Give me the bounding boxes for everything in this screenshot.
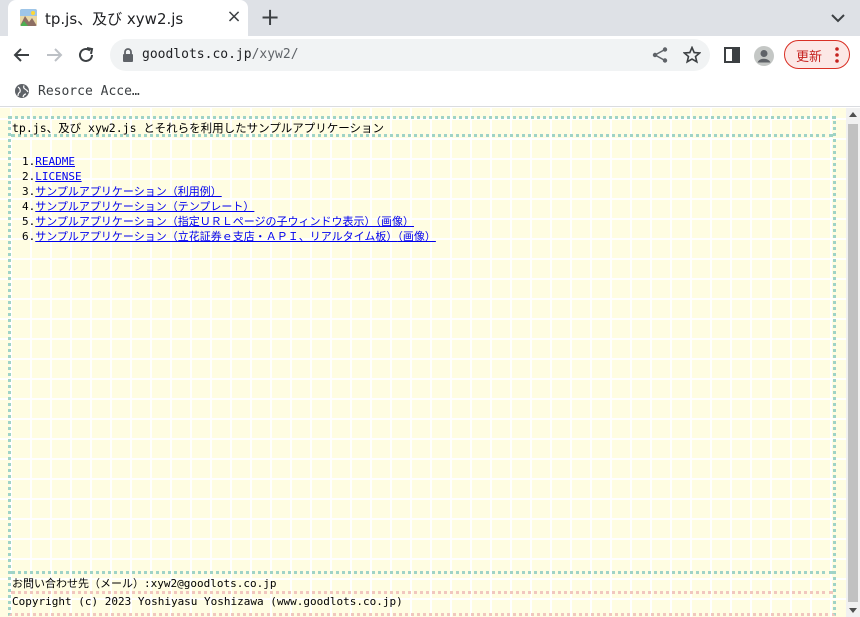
- child-window-link[interactable]: サンプルアプリケーション（指定ＵＲＬページの子ウィンドウ表示）: [35, 215, 375, 228]
- reload-icon[interactable]: [71, 40, 101, 70]
- scroll-down-arrow-icon[interactable]: [849, 608, 857, 613]
- realtime-board-link[interactable]: サンプルアプリケーション（立花証券ｅ支店・ＡＰＩ、リアルタイム板）: [35, 230, 397, 243]
- tab-close-icon[interactable]: ×: [224, 6, 244, 28]
- update-label: 更新: [796, 50, 823, 65]
- globe-icon: [14, 83, 30, 99]
- menu-item-readme: 1.README: [22, 154, 436, 169]
- bookmarks-bar: Resorce Acce…: [0, 74, 860, 107]
- template-link[interactable]: サンプルアプリケーション（テンプレート）: [35, 200, 254, 213]
- readme-link[interactable]: README: [35, 155, 75, 168]
- bookmark-star-icon[interactable]: [682, 45, 702, 64]
- profile-avatar-icon[interactable]: [753, 45, 774, 66]
- scroll-thumb[interactable]: [848, 124, 858, 602]
- scroll-up-arrow-icon[interactable]: [849, 112, 857, 117]
- menu-number: 2.: [22, 170, 36, 183]
- menu-item-realtime-board: 6.サンプルアプリケーション（立花証券ｅ支店・ＡＰＩ、リアルタイム板）（画像）: [22, 229, 436, 244]
- usage-example-link[interactable]: サンプルアプリケーション（利用例）: [35, 185, 221, 198]
- copyright-text: Copyright (c) 2023 Yoshiyasu Yoshizawa (…: [12, 595, 403, 608]
- url-host: goodlots.co.jp: [142, 47, 252, 62]
- realtime-board-image-link[interactable]: （画像）: [397, 230, 436, 243]
- url-text[interactable]: goodlots.co.jp/xyw2/: [142, 47, 299, 62]
- menu-number: 5.: [22, 215, 36, 228]
- contact-email: お問い合わせ先（メール）:xyw2@goodlots.co.jp: [12, 577, 277, 590]
- sample-menu-list: 1.README 2.LICENSE 3.サンプルアプリケーション（利用例） 4…: [22, 154, 436, 244]
- menu-item-usage-example: 3.サンプルアプリケーション（利用例）: [22, 184, 436, 199]
- menu-item-child-window: 5.サンプルアプリケーション（指定ＵＲＬページの子ウィンドウ表示）（画像）: [22, 214, 436, 229]
- url-path: /xyw2/: [251, 47, 299, 62]
- update-button[interactable]: 更新: [784, 40, 850, 69]
- menu-number: 3.: [22, 185, 36, 198]
- vertical-scrollbar[interactable]: [846, 108, 860, 617]
- address-bar[interactable]: goodlots.co.jp/xyw2/: [110, 39, 710, 71]
- footer-divider: [11, 571, 833, 574]
- page-title: tp.js、及び xyw2.js とそれらを利用したサンプルアプリケーション: [12, 121, 385, 135]
- active-tab[interactable]: tp.js、及び xyw2.js ×: [8, 0, 248, 36]
- browser-toolbar: goodlots.co.jp/xyw2/ 更新: [0, 36, 860, 74]
- bookmark-label: Resorce Acce…: [38, 83, 140, 99]
- tab-strip: tp.js、及び xyw2.js × +: [0, 0, 860, 36]
- share-icon[interactable]: [651, 46, 669, 64]
- tab-title: tp.js、及び xyw2.js: [45, 10, 184, 28]
- menu-item-license: 2.LICENSE: [22, 169, 436, 184]
- menu-number: 1.: [22, 155, 36, 168]
- copyright-divider: [11, 591, 833, 594]
- back-arrow-icon[interactable]: [7, 40, 37, 70]
- child-window-image-link[interactable]: （画像）: [375, 215, 414, 228]
- license-link[interactable]: LICENSE: [35, 170, 81, 183]
- lock-icon[interactable]: [120, 47, 136, 63]
- menu-item-template: 4.サンプルアプリケーション（テンプレート）: [22, 199, 436, 214]
- forward-arrow-icon[interactable]: [39, 40, 69, 70]
- chevron-down-icon[interactable]: [826, 6, 850, 30]
- menu-number: 4.: [22, 200, 36, 213]
- page-viewport: tp.js、及び xyw2.js とそれらを利用したサンプルアプリケーション 1…: [0, 108, 846, 617]
- menu-number: 6.: [22, 230, 36, 243]
- more-vert-icon: [835, 47, 839, 63]
- bookmark-item[interactable]: Resorce Acce…: [14, 81, 140, 101]
- new-tab-icon[interactable]: +: [256, 4, 284, 32]
- side-panel-icon[interactable]: [722, 45, 742, 65]
- landscape-favicon-icon: [20, 9, 37, 26]
